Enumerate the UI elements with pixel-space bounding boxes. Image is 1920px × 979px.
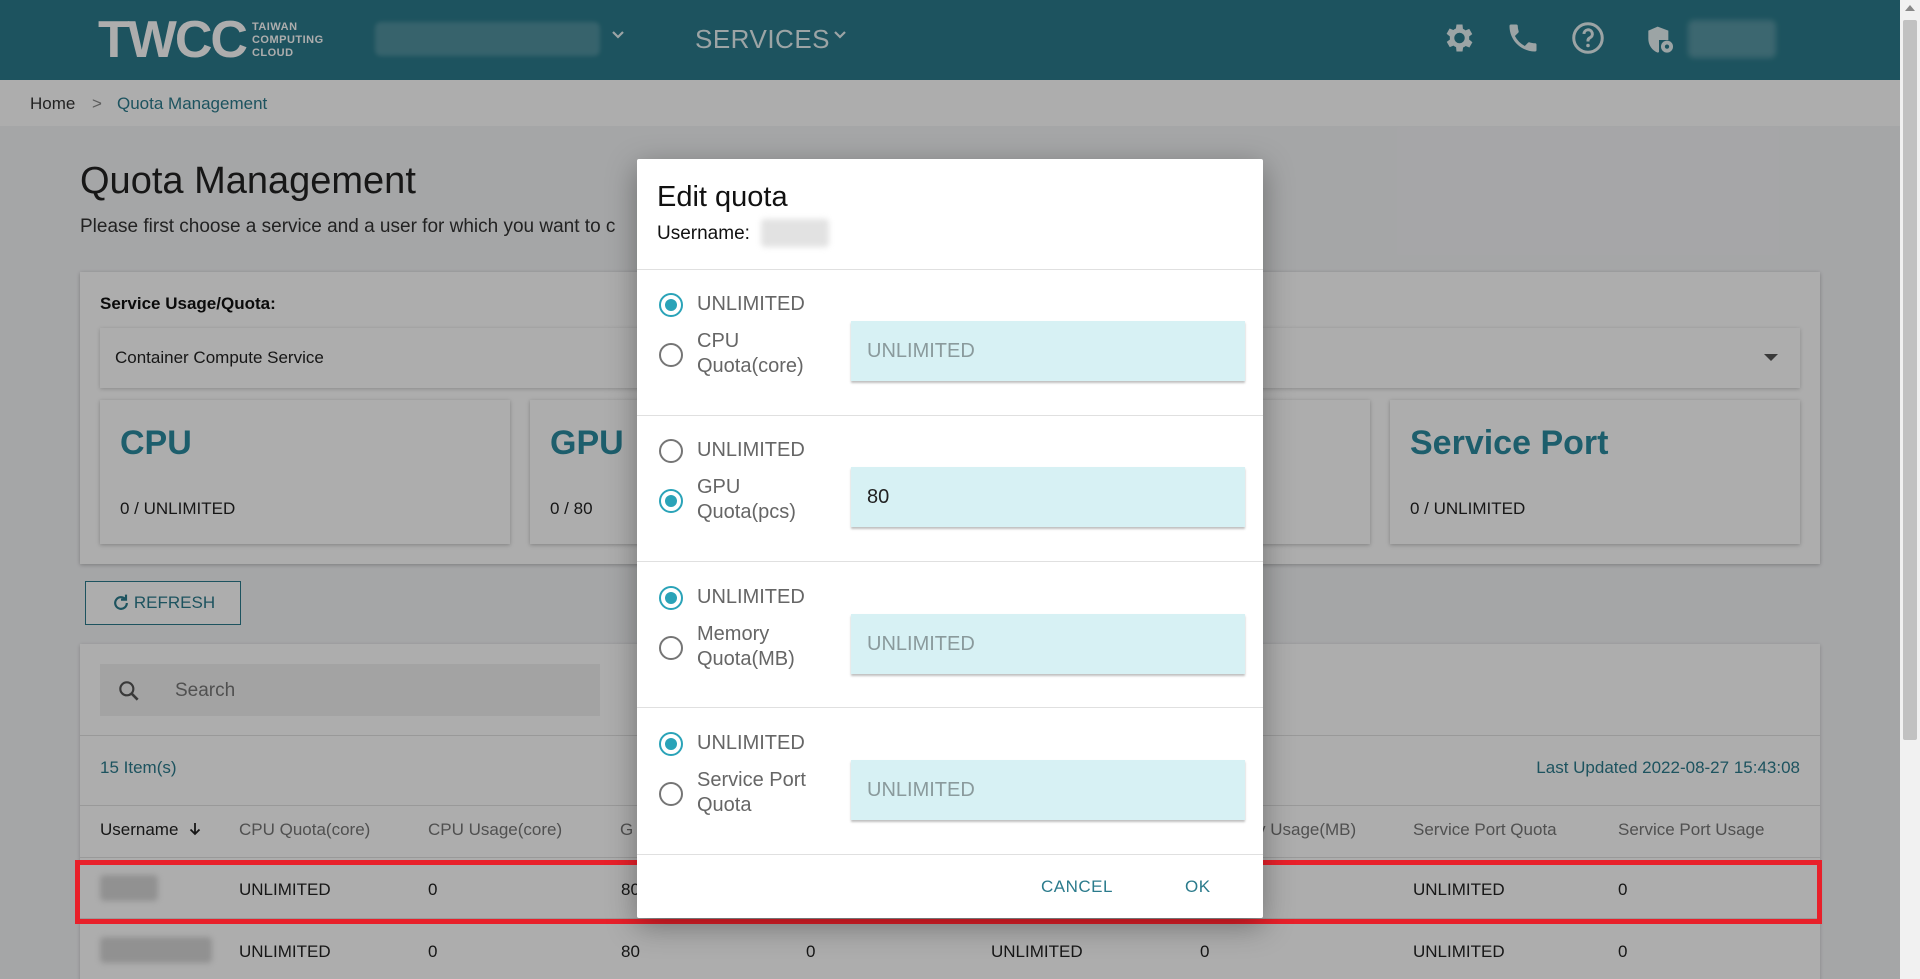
service-port-quota-input-placeholder: UNLIMITED [867, 779, 975, 801]
service-port-quota-input[interactable]: UNLIMITED [851, 760, 1245, 820]
service-port-quota-label: Service Port Quota [697, 768, 806, 818]
divider [637, 415, 1263, 416]
service-port-unlimited-radio[interactable] [659, 732, 683, 756]
cpu-unlimited-label: UNLIMITED [697, 293, 805, 315]
cpu-unlimited-radio[interactable] [659, 293, 683, 317]
label-line: GPU [697, 476, 741, 498]
service-port-custom-radio[interactable] [659, 782, 683, 806]
ok-button[interactable]: OK [1185, 877, 1211, 897]
cpu-quota-input-placeholder: UNLIMITED [867, 340, 975, 362]
scrollbar-thumb[interactable] [1903, 20, 1917, 740]
edit-quota-dialog: Edit quota Username: UNLIMITED CPU Quota… [637, 159, 1263, 918]
divider [637, 561, 1263, 562]
cpu-custom-radio[interactable] [659, 343, 683, 367]
divider [637, 854, 1263, 855]
cancel-button[interactable]: CANCEL [1041, 877, 1113, 897]
label-line: CPU [697, 330, 740, 352]
divider [637, 707, 1263, 708]
gpu-quota-label: GPU Quota(pcs) [697, 475, 796, 525]
memory-quota-input-placeholder: UNLIMITED [867, 633, 975, 655]
gpu-quota-input-value: 80 [867, 486, 890, 508]
label-line: Memory [697, 623, 770, 645]
divider [637, 269, 1263, 270]
label-line: Service Port [697, 769, 806, 791]
memory-quota-label: Memory Quota(MB) [697, 622, 795, 672]
memory-unlimited-label: UNLIMITED [697, 586, 805, 608]
label-line: Quota(pcs) [697, 501, 796, 523]
label-line: Quota(MB) [697, 648, 795, 670]
cpu-quota-label: CPU Quota(core) [697, 329, 804, 379]
memory-quota-input[interactable]: UNLIMITED [851, 614, 1245, 674]
memory-custom-radio[interactable] [659, 636, 683, 660]
cpu-quota-input[interactable]: UNLIMITED [851, 321, 1245, 381]
dialog-username-value [761, 219, 829, 247]
gpu-unlimited-radio[interactable] [659, 439, 683, 463]
gpu-custom-radio[interactable] [659, 489, 683, 513]
dialog-title: Edit quota [657, 181, 788, 213]
dialog-username-label: Username: [657, 223, 750, 244]
service-port-unlimited-label: UNLIMITED [697, 732, 805, 754]
memory-unlimited-radio[interactable] [659, 586, 683, 610]
label-line: Quota [697, 794, 752, 816]
gpu-unlimited-label: UNLIMITED [697, 439, 805, 461]
label-line: Quota(core) [697, 355, 804, 377]
gpu-quota-input[interactable]: 80 [851, 467, 1245, 527]
scroll-up-arrow-icon[interactable] [1905, 5, 1915, 11]
